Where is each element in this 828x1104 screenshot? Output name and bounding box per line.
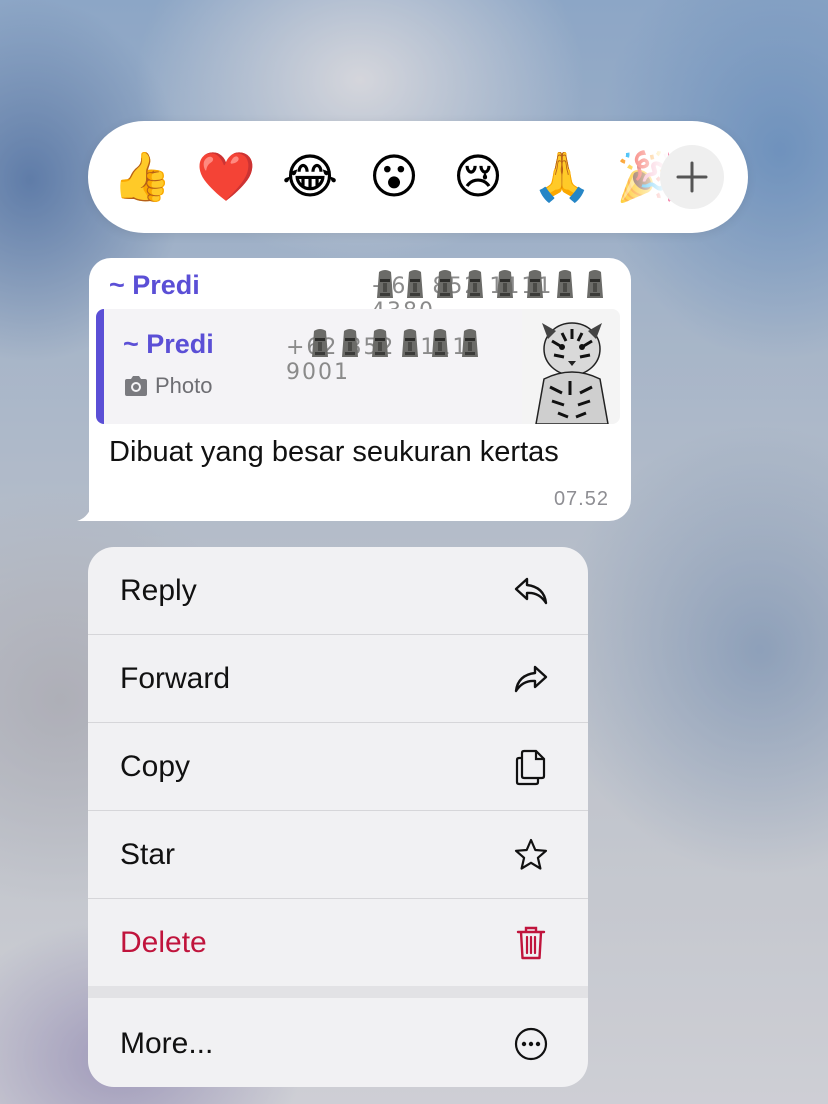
quoted-message[interactable]: ~ Predi +62 852 1111 9001 Photo	[96, 309, 620, 424]
reaction-folded-hands[interactable]: 🙏	[532, 147, 592, 207]
moai-icon	[402, 329, 418, 357]
menu-item-label: Forward	[120, 661, 231, 695]
moai-icon	[497, 270, 513, 298]
moai-icon	[407, 270, 423, 298]
menu-item-reply[interactable]: Reply	[88, 547, 588, 634]
moai-icon	[587, 270, 603, 298]
reply-icon	[512, 572, 550, 610]
camera-icon	[125, 376, 147, 396]
context-menu: Reply Forward Copy Star Delete More...	[88, 547, 588, 1087]
add-reaction-button[interactable]	[660, 145, 724, 209]
menu-item-label: Reply	[120, 573, 197, 607]
moai-icon	[312, 329, 328, 357]
reaction-surprised[interactable]: 😮	[364, 147, 424, 207]
forward-icon	[512, 660, 550, 698]
moai-icon	[557, 270, 573, 298]
sender-emoji-name	[371, 268, 609, 302]
message-bubble[interactable]: ~ Predi +62 852 1111 4380 ~ Predi +62 85…	[89, 258, 631, 521]
tiger-image	[522, 309, 620, 424]
quoted-media-label: Photo	[155, 373, 213, 398]
quoted-emoji-name	[306, 327, 484, 361]
menu-item-delete[interactable]: Delete	[88, 899, 588, 986]
reaction-fade	[608, 121, 668, 233]
menu-group-separator	[88, 986, 588, 998]
reaction-thumbs-up[interactable]: 👍	[112, 147, 172, 207]
moai-icon	[372, 329, 388, 357]
menu-item-more[interactable]: More...	[88, 1000, 588, 1087]
star-icon	[512, 836, 550, 874]
menu-item-star[interactable]: Star	[88, 811, 588, 898]
reaction-red-heart[interactable]: ❤️	[196, 147, 256, 207]
moai-icon	[377, 270, 393, 298]
menu-item-copy[interactable]: Copy	[88, 723, 588, 810]
reaction-tears-of-joy[interactable]: 😂	[280, 147, 340, 207]
message-text: Dibuat yang besar seukuran kertas	[109, 436, 559, 468]
trash-icon	[512, 924, 550, 962]
moai-icon	[462, 329, 478, 357]
moai-icon	[527, 270, 543, 298]
reaction-crying[interactable]: 😢	[448, 147, 508, 207]
more-icon	[512, 1025, 550, 1063]
moai-icon	[437, 270, 453, 298]
plus-icon	[676, 161, 708, 193]
menu-item-label: Copy	[120, 749, 191, 783]
quoted-media-type: Photo	[123, 373, 213, 399]
sender-name: ~ Predi	[109, 270, 200, 300]
quoted-sender-name: ~ Predi	[123, 329, 214, 359]
menu-item-label: Delete	[120, 925, 207, 959]
quoted-sender-phone: +62 852 1111 9001	[286, 327, 506, 385]
moai-icon	[467, 270, 483, 298]
menu-item-label: Star	[120, 837, 176, 871]
menu-item-label: More...	[120, 1026, 214, 1060]
moai-icon	[342, 329, 358, 357]
sender-phone: +62 852 1111 4380	[371, 268, 616, 324]
reaction-bar: 👍 ❤️ 😂 😮 😢 🙏 🎉	[88, 121, 748, 233]
quoted-photo-thumbnail	[522, 309, 620, 424]
message-time: 07.52	[553, 488, 609, 510]
quote-accent-bar	[96, 309, 104, 424]
moai-icon	[432, 329, 448, 357]
menu-item-forward[interactable]: Forward	[88, 635, 588, 722]
copy-icon	[512, 748, 550, 786]
